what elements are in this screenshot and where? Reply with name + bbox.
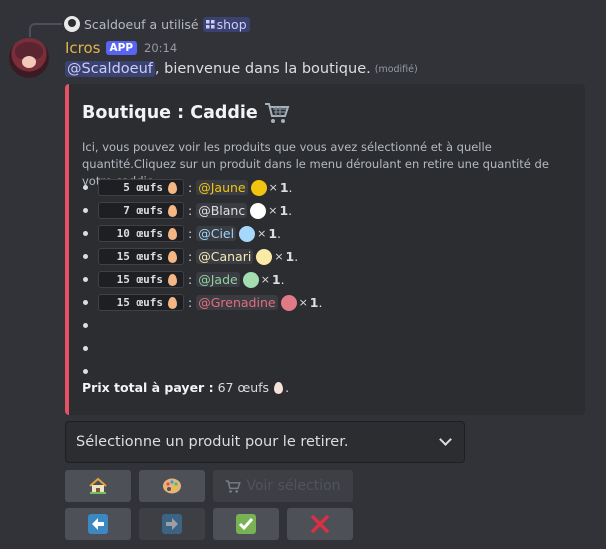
cancel-button[interactable] bbox=[287, 508, 353, 540]
egg-icon bbox=[274, 381, 284, 394]
empty-list-item bbox=[82, 337, 322, 360]
role-mention[interactable]: @Blanc bbox=[196, 203, 248, 218]
shopping-cart-icon bbox=[226, 479, 242, 493]
edited-label: (modifié) bbox=[374, 63, 418, 75]
role-mention[interactable]: @Ciel bbox=[196, 226, 237, 241]
bot-avatar[interactable] bbox=[9, 38, 49, 78]
egg-icon bbox=[168, 227, 177, 240]
app-command-icon bbox=[205, 19, 215, 28]
shopping-cart-icon bbox=[264, 103, 290, 123]
cart-item-list: 5 œufs : @Jaune × 1. 7 œufs : @Blanc × 1. … bbox=[82, 176, 322, 383]
item-quantity: 1 bbox=[268, 226, 278, 241]
item-quantity: 1 bbox=[279, 180, 289, 195]
home-button[interactable] bbox=[65, 470, 131, 502]
timestamp[interactable]: 20:14 bbox=[144, 41, 177, 55]
role-mention[interactable]: @Canari bbox=[196, 249, 254, 264]
slash-command-name: shop bbox=[216, 16, 247, 32]
slash-command-chip[interactable]: shop bbox=[202, 16, 250, 32]
egg-icon bbox=[168, 181, 177, 194]
role-mention[interactable]: @Jade bbox=[196, 272, 240, 287]
app-badge: APP bbox=[105, 41, 138, 55]
reply-connector bbox=[29, 23, 62, 37]
message-header: Icros APP 20:14 bbox=[65, 38, 177, 58]
previous-button[interactable] bbox=[65, 508, 131, 540]
arrow-left-icon bbox=[88, 514, 108, 534]
white-circle-icon bbox=[250, 202, 267, 219]
egg-icon bbox=[168, 296, 177, 309]
item-price: 15 œufs bbox=[98, 294, 184, 311]
total-price: Prix total à payer : 67 œufs . bbox=[82, 380, 290, 395]
role-mention[interactable]: @Jaune bbox=[196, 180, 248, 195]
embed-title-text: Boutique : Caddie bbox=[82, 103, 258, 123]
reply-username[interactable]: Scaldoeuf bbox=[84, 17, 146, 32]
green-circle-icon bbox=[242, 271, 259, 288]
embed-title: Boutique : Caddie bbox=[82, 101, 290, 125]
light-blue-circle-icon bbox=[239, 225, 256, 242]
chevron-down-icon bbox=[439, 433, 452, 446]
check-mark-icon bbox=[236, 514, 256, 534]
cross-mark-icon bbox=[311, 515, 329, 533]
remove-product-select[interactable]: Sélectionne un produit pour le retirer. bbox=[65, 421, 465, 463]
user-mention[interactable]: @Scaldoeuf bbox=[65, 61, 155, 77]
palette-button[interactable] bbox=[139, 470, 205, 502]
message-text: , bienvenue dans la boutique. bbox=[154, 61, 371, 77]
item-quantity: 1 bbox=[279, 203, 289, 218]
author-name[interactable]: Icros bbox=[65, 39, 101, 57]
item-price: 10 œufs bbox=[98, 225, 184, 242]
item-quantity: 1 bbox=[285, 249, 295, 264]
confirm-button[interactable] bbox=[213, 508, 279, 540]
reply-avatar[interactable] bbox=[64, 16, 80, 32]
item-price: 7 œufs bbox=[98, 202, 184, 219]
total-label: Prix total à payer : bbox=[82, 380, 214, 395]
cart-item: 15 œufs : @Canari × 1. bbox=[82, 245, 322, 268]
reply-text: a utilisé bbox=[149, 16, 199, 32]
cart-item: 7 œufs : @Blanc × 1. bbox=[82, 199, 322, 222]
empty-list-item bbox=[82, 314, 322, 337]
egg-icon bbox=[168, 273, 177, 286]
egg-icon bbox=[168, 250, 177, 263]
item-price: 15 œufs bbox=[98, 248, 184, 265]
item-quantity: 1 bbox=[271, 272, 281, 287]
house-icon bbox=[89, 477, 107, 494]
total-value: 67 œufs bbox=[217, 380, 270, 395]
shop-embed: Boutique : Caddie Ici, vous pouvez voir … bbox=[65, 84, 585, 415]
palette-icon bbox=[163, 478, 181, 494]
cart-item: 5 œufs : @Jaune × 1. bbox=[82, 176, 322, 199]
item-quantity: 1 bbox=[309, 295, 319, 310]
cart-item: 15 œufs : @Grenadine × 1. bbox=[82, 291, 322, 314]
cart-item: 10 œufs : @Ciel × 1. bbox=[82, 222, 322, 245]
pale-yellow-circle-icon bbox=[256, 248, 273, 265]
item-price: 5 œufs bbox=[98, 179, 184, 196]
red-circle-icon bbox=[280, 294, 297, 311]
reply-header: Scaldoeuf a utilisé shop bbox=[64, 14, 250, 34]
view-selection-button[interactable]: Voir sélection bbox=[213, 470, 353, 502]
role-mention[interactable]: @Grenadine bbox=[196, 295, 278, 310]
egg-icon bbox=[168, 204, 177, 217]
yellow-circle-icon bbox=[250, 179, 267, 196]
item-price: 15 œufs bbox=[98, 271, 184, 288]
next-button[interactable] bbox=[139, 508, 205, 540]
message-content: @Scaldoeuf , bienvenue dans la boutique.… bbox=[65, 61, 418, 77]
arrow-right-icon bbox=[162, 514, 182, 534]
select-placeholder: Sélectionne un produit pour le retirer. bbox=[76, 434, 349, 450]
view-selection-label: Voir sélection bbox=[246, 478, 341, 494]
cart-item: 15 œufs : @Jade × 1. bbox=[82, 268, 322, 291]
